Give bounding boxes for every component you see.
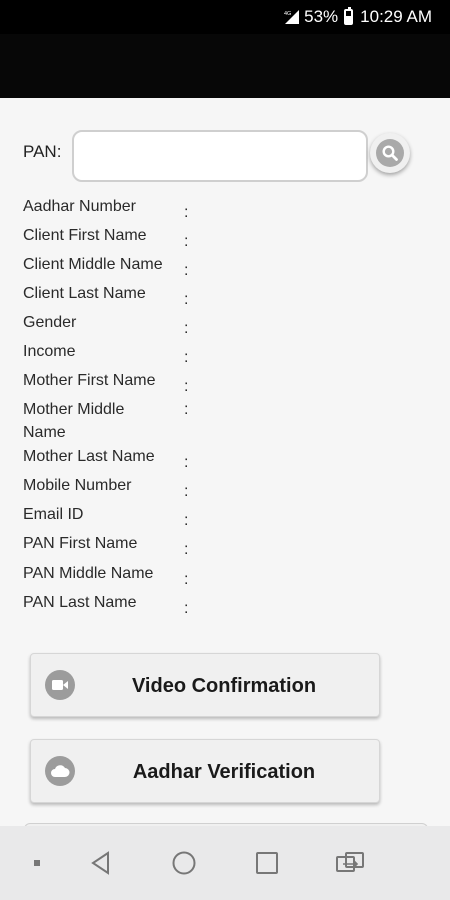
- recents-icon[interactable]: [252, 848, 282, 878]
- field-label: Mother First Name: [23, 372, 156, 389]
- field-separator: :: [184, 571, 189, 588]
- field-label: Mobile Number: [23, 477, 132, 494]
- field-label: PAN Last Name: [23, 594, 137, 611]
- cloud-icon: [45, 756, 75, 786]
- field-label: PAN Middle Name: [23, 565, 154, 582]
- field-label: Client First Name: [23, 227, 147, 244]
- status-bar: 4G 53% 10:29 AM: [0, 0, 450, 34]
- system-nav-bar: [0, 826, 450, 900]
- field-separator: :: [184, 233, 189, 250]
- search-icon: [376, 139, 404, 167]
- field-separator: :: [184, 600, 189, 617]
- video-camera-icon: [45, 670, 75, 700]
- field-label: PAN First Name: [23, 535, 138, 552]
- video-confirmation-button[interactable]: Video Confirmation: [30, 653, 380, 717]
- search-button[interactable]: [370, 133, 410, 173]
- field-separator: :: [184, 204, 189, 221]
- field-label: Email ID: [23, 506, 84, 523]
- aadhar-verification-button[interactable]: Aadhar Verification: [30, 739, 380, 803]
- field-separator: :: [184, 349, 189, 366]
- field-separator: :: [184, 401, 189, 418]
- pan-input[interactable]: [72, 130, 368, 182]
- signal-icon: 4G: [284, 10, 300, 24]
- switch-app-icon[interactable]: [335, 848, 365, 878]
- field-separator: :: [184, 512, 189, 529]
- field-separator: :: [184, 541, 189, 558]
- field-label: Mother Middle Name: [23, 401, 125, 441]
- field-separator: :: [184, 454, 189, 471]
- button-label: Video Confirmation: [131, 675, 317, 697]
- field-separator: :: [184, 378, 189, 395]
- home-icon[interactable]: [169, 848, 199, 878]
- field-label: Gender: [23, 314, 77, 331]
- main-content: PAN: Aadhar Number : Client First Name :…: [0, 98, 450, 833]
- field-separator: :: [184, 262, 189, 279]
- dot-icon[interactable]: [22, 848, 52, 878]
- app-bar: [0, 34, 450, 98]
- field-label: Mother Last Name: [23, 448, 155, 465]
- field-label: Income: [23, 343, 76, 360]
- svg-text:4G: 4G: [284, 11, 291, 17]
- back-icon[interactable]: [86, 848, 116, 878]
- battery-percent: 53%: [304, 7, 339, 26]
- pan-label: PAN:: [23, 142, 62, 161]
- pan-row: PAN:: [23, 130, 423, 182]
- field-separator: :: [184, 291, 189, 308]
- field-separator: :: [184, 320, 189, 337]
- field-label: Client Last Name: [23, 285, 146, 302]
- field-separator: :: [184, 483, 189, 500]
- button-label: Aadhar Verification: [132, 761, 316, 783]
- field-label: Aadhar Number: [23, 198, 136, 215]
- field-label: Client Middle Name: [23, 256, 163, 273]
- battery-icon: [344, 7, 354, 25]
- clock: 10:29 AM: [360, 7, 432, 26]
